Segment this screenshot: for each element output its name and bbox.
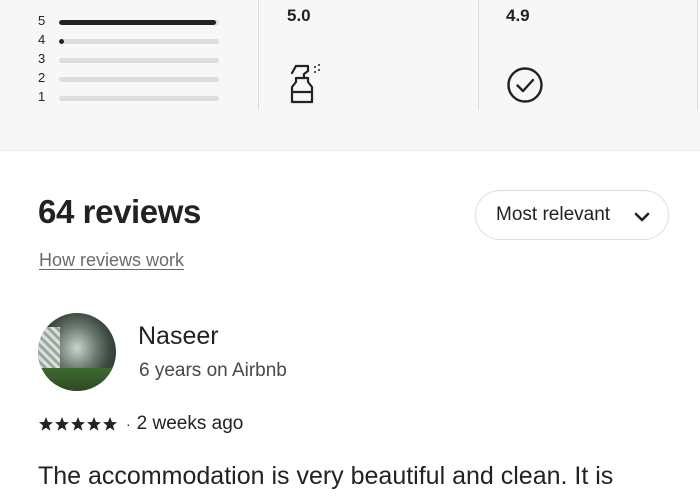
divider bbox=[258, 0, 259, 110]
review-rating-row: · 2 weeks ago bbox=[38, 413, 243, 435]
divider bbox=[697, 0, 698, 110]
chevron-down-icon bbox=[634, 210, 650, 228]
star-icon bbox=[86, 416, 102, 432]
star-icon bbox=[38, 416, 54, 432]
rating-bar-track bbox=[59, 77, 219, 82]
category-score: 5.0 bbox=[287, 6, 311, 25]
sort-dropdown-label: Most relevant bbox=[496, 204, 611, 225]
divider bbox=[478, 0, 479, 110]
avatar[interactable] bbox=[38, 313, 116, 391]
rating-label: 1 bbox=[38, 89, 46, 104]
star-icon bbox=[54, 416, 70, 432]
reviews-count-heading: 64 reviews bbox=[38, 193, 201, 230]
rating-bar-track bbox=[59, 58, 219, 63]
rating-label: 5 bbox=[38, 13, 46, 28]
rating-row-2: 2 bbox=[38, 69, 228, 88]
star-icon bbox=[102, 416, 118, 432]
rating-label: 3 bbox=[38, 51, 46, 66]
rating-bar-fill bbox=[59, 39, 64, 44]
sort-dropdown-button[interactable]: Most relevant bbox=[475, 190, 669, 240]
spray-bottle-icon bbox=[287, 62, 327, 111]
rating-row-5: 5 bbox=[38, 12, 228, 31]
check-circle-icon bbox=[506, 66, 544, 109]
separator-dot: · bbox=[126, 416, 131, 432]
rating-row-3: 3 bbox=[38, 50, 228, 69]
star-rating bbox=[38, 416, 118, 432]
rating-bar-fill bbox=[59, 20, 216, 25]
reviewer-name[interactable]: Naseer bbox=[138, 322, 219, 351]
rating-label: 2 bbox=[38, 70, 46, 85]
rating-row-1: 1 bbox=[38, 88, 228, 107]
ratings-summary-panel: 5 4 3 2 1 5.0 4.9 bbox=[0, 0, 700, 151]
category-score: 4.9 bbox=[506, 6, 530, 25]
reviewer-tenure: 6 years on Airbnb bbox=[139, 360, 287, 381]
rating-bar-track bbox=[59, 39, 219, 44]
rating-bar-track bbox=[59, 20, 219, 25]
rating-row-4: 4 bbox=[38, 31, 228, 50]
rating-distribution: 5 4 3 2 1 bbox=[38, 12, 228, 107]
rating-label: 4 bbox=[38, 32, 46, 47]
rating-bar-track bbox=[59, 96, 219, 101]
review-date: 2 weeks ago bbox=[136, 413, 244, 434]
how-reviews-work-link[interactable]: How reviews work bbox=[39, 250, 184, 271]
star-icon bbox=[70, 416, 86, 432]
review-text: The accommodation is very beautiful and … bbox=[38, 462, 614, 490]
